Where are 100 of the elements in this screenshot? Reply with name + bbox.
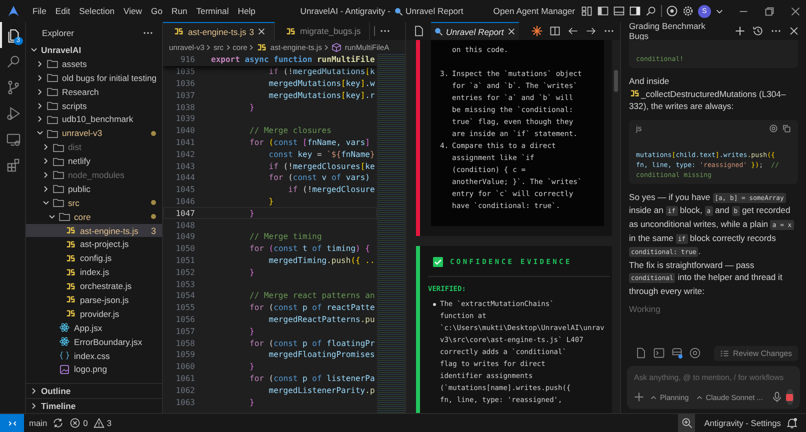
tree-item[interactable]: dist <box>26 140 162 154</box>
tree-item[interactable]: parse-json.js <box>26 293 162 307</box>
tree-item[interactable]: public <box>26 182 162 196</box>
stop-button[interactable] <box>786 389 794 405</box>
tree-item[interactable]: config.js <box>26 251 162 266</box>
sync-icon[interactable] <box>52 417 64 429</box>
warning-icon[interactable] <box>92 417 105 429</box>
menu-item[interactable]: Terminal <box>192 6 234 16</box>
menu-item[interactable]: File <box>28 6 51 16</box>
panel-bottom-icon[interactable] <box>613 5 625 17</box>
line-number: 916 <box>180 55 195 64</box>
plus-icon[interactable] <box>734 25 746 37</box>
react-file-icon <box>59 337 70 346</box>
close-icon[interactable] <box>257 27 266 36</box>
arrow-right-icon[interactable] <box>585 25 597 37</box>
line-number: 1035 <box>174 67 195 76</box>
zoom-button[interactable] <box>678 414 696 432</box>
menu-item[interactable]: Run <box>166 6 192 16</box>
browser-icon[interactable] <box>671 347 683 359</box>
tree-item[interactable]: old bugs for initial testing <box>26 70 162 85</box>
code-line: for (const [fnName, vars] <box>248 138 370 147</box>
sidebar-left-icon[interactable] <box>597 5 609 17</box>
code-line: // Merge closures <box>248 126 332 136</box>
tree-item[interactable]: UnravelAI <box>26 43 162 57</box>
react-file-icon <box>59 323 70 332</box>
folder-icon <box>53 156 64 166</box>
search-icon[interactable] <box>645 5 657 17</box>
tree-item[interactable]: src <box>26 196 162 210</box>
terminal-icon[interactable] <box>653 347 665 359</box>
sparkle-icon[interactable] <box>531 25 543 37</box>
menu-item[interactable]: Help <box>233 6 260 16</box>
code-line: } <box>248 268 254 277</box>
code-language-label: js <box>636 124 642 134</box>
app-logo-icon <box>7 4 20 18</box>
tree-item[interactable]: ast-engine-ts.js 3 <box>26 224 162 238</box>
microphone-icon[interactable] <box>770 391 783 403</box>
tree-item[interactable]: ast-project.js <box>26 237 162 252</box>
tree-item[interactable]: netlify <box>26 154 162 168</box>
tree-item[interactable]: scripts <box>26 98 162 112</box>
bell-icon[interactable] <box>786 417 798 429</box>
tree-item[interactable]: orchestrate.js <box>26 279 162 294</box>
tree-item[interactable]: index.css <box>26 348 162 362</box>
error-count[interactable]: 0 <box>83 418 88 428</box>
tree-item[interactable]: provider.js <box>26 306 162 321</box>
line-number: 1036 <box>174 78 195 88</box>
close-icon[interactable] <box>506 27 516 36</box>
settings-icon[interactable] <box>682 5 694 17</box>
copy-icon[interactable] <box>782 124 791 134</box>
menu-item[interactable]: Selection <box>74 6 120 16</box>
magnifier-icon <box>434 27 443 36</box>
arrow-left-icon[interactable] <box>567 25 579 37</box>
tree-item[interactable]: ErrorBoundary.jsx <box>26 334 162 349</box>
report-tab[interactable]: Unravel Report <box>431 22 519 40</box>
window-title-document: Unravel Report <box>406 6 464 16</box>
layout-icon[interactable] <box>581 5 593 17</box>
caret-icon <box>650 394 657 400</box>
tree-item[interactable]: node_modules <box>26 168 162 182</box>
line-number: 1038 <box>174 102 195 112</box>
line-number: 1050 <box>174 244 195 254</box>
tree-item[interactable]: logo.png <box>26 362 162 376</box>
code-line: if (!mergedClosure <box>287 185 375 194</box>
close-icon[interactable] <box>789 4 802 18</box>
menu-item[interactable]: Go <box>146 6 167 16</box>
scrollbar-thumb[interactable] <box>614 70 618 92</box>
line-number: 1060 <box>174 362 195 372</box>
open-agent-manager-link[interactable]: Open Agent Manager <box>493 6 575 16</box>
line-number: 1039 <box>174 114 195 124</box>
split-editor-icon[interactable] <box>549 25 561 37</box>
code-line: mergedMutations[key].w <box>268 78 375 88</box>
document-icon[interactable] <box>413 25 425 37</box>
restore-icon[interactable] <box>763 4 776 18</box>
line-number: 1049 <box>174 232 195 242</box>
section-header[interactable]: Outline <box>26 383 162 398</box>
js-file-icon <box>65 254 76 263</box>
sidebar-right-icon[interactable] <box>629 5 641 17</box>
menu-item[interactable]: View <box>119 6 147 16</box>
editor-tab[interactable]: ast-engine-ts.js 3 <box>163 22 276 40</box>
warning-count[interactable]: 3 <box>106 418 112 428</box>
chevron-right-icon <box>248 44 256 50</box>
tree-item[interactable]: index.js <box>26 265 162 280</box>
tree-item[interactable]: core <box>26 210 162 224</box>
tree-item[interactable]: App.jsx <box>26 320 162 335</box>
menu-item[interactable]: Edit <box>50 6 75 16</box>
history-icon[interactable] <box>752 25 764 37</box>
explorer-title: Explorer <box>42 28 74 38</box>
error-icon[interactable] <box>69 417 82 429</box>
settings-status-item[interactable]: Antigravity - Settings <box>704 418 781 428</box>
tree-item[interactable]: Research <box>26 84 162 99</box>
remote-button[interactable] <box>0 414 24 432</box>
close-icon[interactable] <box>788 25 800 37</box>
line-number: 1055 <box>174 303 195 312</box>
tree-item[interactable]: udb10_benchmark <box>26 112 162 126</box>
line-number: 1054 <box>174 291 195 300</box>
caret-icon <box>696 394 703 400</box>
branch-name[interactable]: main <box>29 418 48 428</box>
chevron-right-icon <box>205 44 212 50</box>
tree-item[interactable]: assets <box>26 56 162 71</box>
tree-item[interactable]: unravel-v3 <box>26 126 162 140</box>
plus-icon[interactable] <box>633 391 645 403</box>
document-icon[interactable] <box>635 347 647 359</box>
